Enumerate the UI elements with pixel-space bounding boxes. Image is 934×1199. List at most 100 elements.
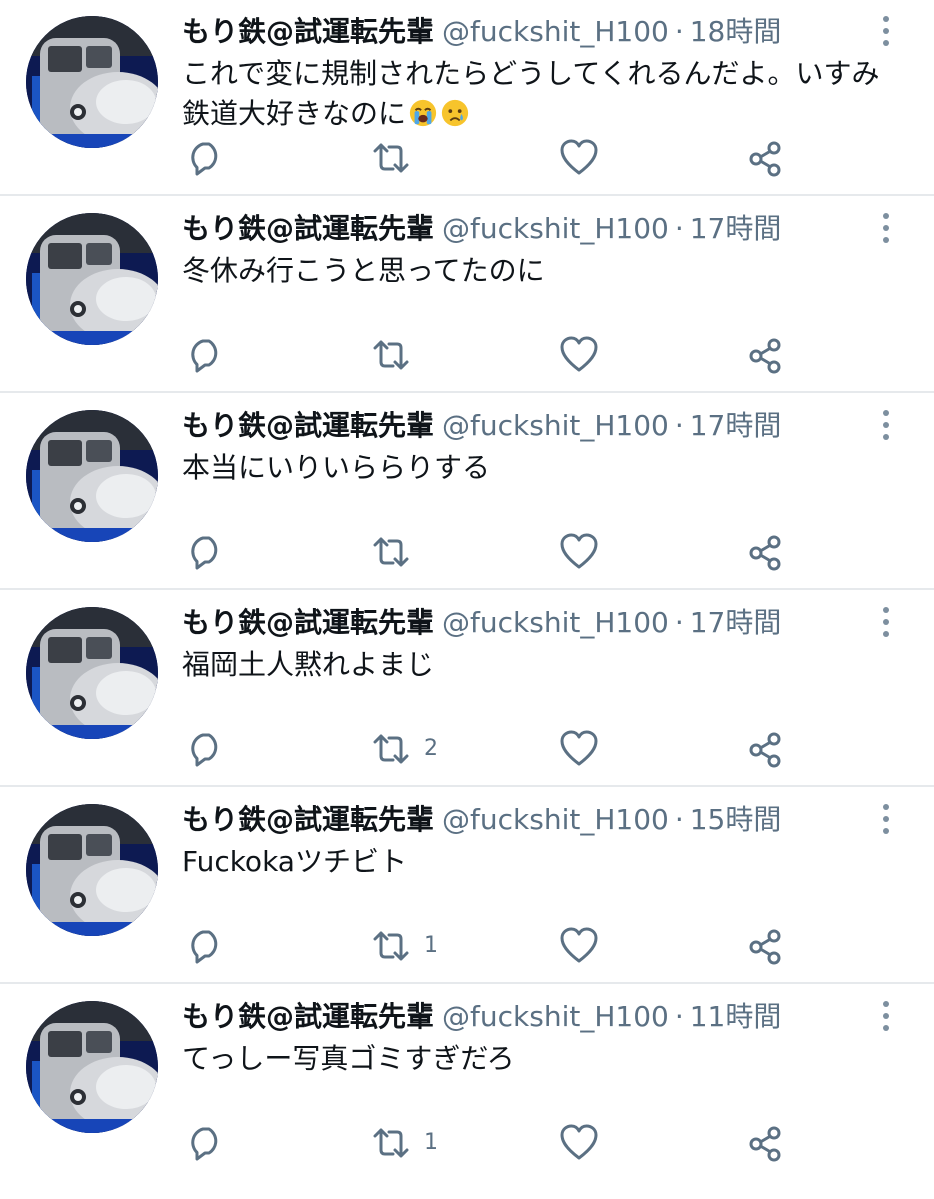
timestamp[interactable]: 15時間 — [690, 803, 782, 836]
tweet-text-content: これで変に規制されたらどうしてくれるんだよ。いすみ 鉄道大好きなのに — [182, 57, 880, 130]
reply-button[interactable] — [186, 138, 226, 178]
retweet-icon — [373, 143, 409, 173]
reply-icon — [191, 733, 218, 767]
reply-button[interactable] — [186, 335, 226, 375]
separator-dot: · — [674, 803, 684, 836]
timestamp[interactable]: 17時間 — [690, 606, 782, 639]
more-options-icon[interactable] — [874, 999, 898, 1033]
heart-icon — [560, 533, 598, 569]
separator-dot: · — [674, 606, 684, 639]
loudly-crying-face-icon — [409, 99, 437, 127]
reply-button[interactable] — [186, 1123, 226, 1163]
avatar[interactable] — [26, 410, 158, 542]
user-handle[interactable]: @fuckshit_H100 — [442, 212, 669, 245]
avatar[interactable] — [26, 16, 158, 148]
like-button[interactable] — [559, 1123, 599, 1163]
divider — [0, 194, 934, 196]
tweet-header: もり鉄@試運転先輩 @fuckshit_H100 · 17時間 — [182, 603, 781, 643]
tweet[interactable]: もり鉄@試運転先輩 @fuckshit_H100 · 11時間 てっしー写真ゴミすぎだ… — [0, 985, 934, 1199]
like-button[interactable] — [559, 729, 599, 769]
timestamp[interactable]: 17時間 — [690, 212, 782, 245]
share-icon — [749, 141, 781, 177]
reply-button[interactable] — [186, 532, 226, 572]
tweet-header: もり鉄@試運転先輩 @fuckshit_H100 · 17時間 — [182, 406, 781, 446]
retweet-icon — [373, 340, 409, 370]
share-button[interactable] — [746, 138, 786, 178]
user-handle[interactable]: @fuckshit_H100 — [442, 409, 669, 442]
tweet-text: 冬休み行こうと思ってたのに — [182, 254, 545, 287]
avatar[interactable] — [26, 1001, 158, 1133]
more-options-icon[interactable] — [874, 211, 898, 245]
retweet-button[interactable] — [371, 335, 411, 375]
like-button[interactable] — [559, 335, 599, 375]
retweet-count: 1 — [424, 933, 438, 958]
user-handle[interactable]: @fuckshit_H100 — [442, 15, 669, 48]
tweet-header: もり鉄@試運転先輩 @fuckshit_H100 · 11時間 — [182, 997, 781, 1037]
user-handle[interactable]: @fuckshit_H100 — [442, 803, 669, 836]
user-handle[interactable]: @fuckshit_H100 — [442, 606, 669, 639]
divider — [0, 785, 934, 787]
share-button[interactable] — [746, 729, 786, 769]
avatar[interactable] — [26, 804, 158, 936]
retweet-icon — [373, 931, 409, 961]
tweet-text: てっしー写真ゴミすぎだろ — [182, 1042, 515, 1075]
display-name[interactable]: もり鉄@試運転先輩 — [182, 1000, 434, 1033]
more-options-icon[interactable] — [874, 14, 898, 48]
user-handle[interactable]: @fuckshit_H100 — [442, 1000, 669, 1033]
heart-icon — [560, 730, 598, 766]
retweet-button[interactable] — [371, 1123, 411, 1163]
like-button[interactable] — [559, 926, 599, 966]
retweet-icon — [373, 1128, 409, 1158]
tweet-text: 本当にいりいららりする — [182, 451, 491, 484]
share-icon — [749, 929, 781, 965]
tweet-header: もり鉄@試運転先輩 @fuckshit_H100 · 15時間 — [182, 800, 781, 840]
tweet-text: 福岡土人黙れよまじ — [182, 648, 435, 681]
tweet[interactable]: もり鉄@試運転先輩 @fuckshit_H100 · 17時間 冬休み行こうと思ってた… — [0, 197, 934, 393]
tweet[interactable]: もり鉄@試運転先輩 @fuckshit_H100 · 18時間 これで変に規制されたら… — [0, 0, 934, 196]
retweet-button[interactable] — [371, 926, 411, 966]
tweet[interactable]: もり鉄@試運転先輩 @fuckshit_H100 · 17時間 福岡土人黙れよまじ 2 — [0, 591, 934, 787]
retweet-button[interactable] — [371, 138, 411, 178]
timestamp[interactable]: 18時間 — [690, 15, 782, 48]
separator-dot: · — [674, 1000, 684, 1033]
divider — [0, 391, 934, 393]
display-name[interactable]: もり鉄@試運転先輩 — [182, 409, 434, 442]
tweet-timeline: もり鉄@試運転先輩 @fuckshit_H100 · 18時間 これで変に規制されたら… — [0, 0, 934, 1199]
timestamp[interactable]: 17時間 — [690, 409, 782, 442]
share-button[interactable] — [746, 335, 786, 375]
heart-icon — [560, 139, 598, 175]
share-button[interactable] — [746, 532, 786, 572]
separator-dot: · — [674, 409, 684, 442]
more-options-icon[interactable] — [874, 605, 898, 639]
divider — [0, 982, 934, 984]
reply-icon — [191, 142, 218, 176]
tweet-text: Fuckokaツチビト — [182, 845, 407, 878]
retweet-button[interactable] — [371, 532, 411, 572]
timestamp[interactable]: 11時間 — [690, 1000, 782, 1033]
retweet-button[interactable] — [371, 729, 411, 769]
share-button[interactable] — [746, 1123, 786, 1163]
retweet-icon — [373, 734, 409, 764]
heart-icon — [560, 336, 598, 372]
separator-dot: · — [674, 15, 684, 48]
display-name[interactable]: もり鉄@試運転先輩 — [182, 606, 434, 639]
display-name[interactable]: もり鉄@試運転先輩 — [182, 212, 434, 245]
reply-button[interactable] — [186, 729, 226, 769]
reply-button[interactable] — [186, 926, 226, 966]
tweet[interactable]: もり鉄@試運転先輩 @fuckshit_H100 · 15時間 Fuckokaツチビト… — [0, 788, 934, 984]
more-options-icon[interactable] — [874, 408, 898, 442]
reply-icon — [191, 1127, 218, 1161]
retweet-icon — [373, 537, 409, 567]
like-button[interactable] — [559, 532, 599, 572]
like-button[interactable] — [559, 138, 599, 178]
tweet[interactable]: もり鉄@試運転先輩 @fuckshit_H100 · 17時間 本当にいりいららりする — [0, 394, 934, 590]
heart-icon — [560, 927, 598, 963]
share-icon — [749, 1126, 781, 1162]
display-name[interactable]: もり鉄@試運転先輩 — [182, 15, 434, 48]
avatar[interactable] — [26, 213, 158, 345]
display-name[interactable]: もり鉄@試運転先輩 — [182, 803, 434, 836]
share-button[interactable] — [746, 926, 786, 966]
crying-face-icon — [441, 99, 469, 127]
more-options-icon[interactable] — [874, 802, 898, 836]
avatar[interactable] — [26, 607, 158, 739]
